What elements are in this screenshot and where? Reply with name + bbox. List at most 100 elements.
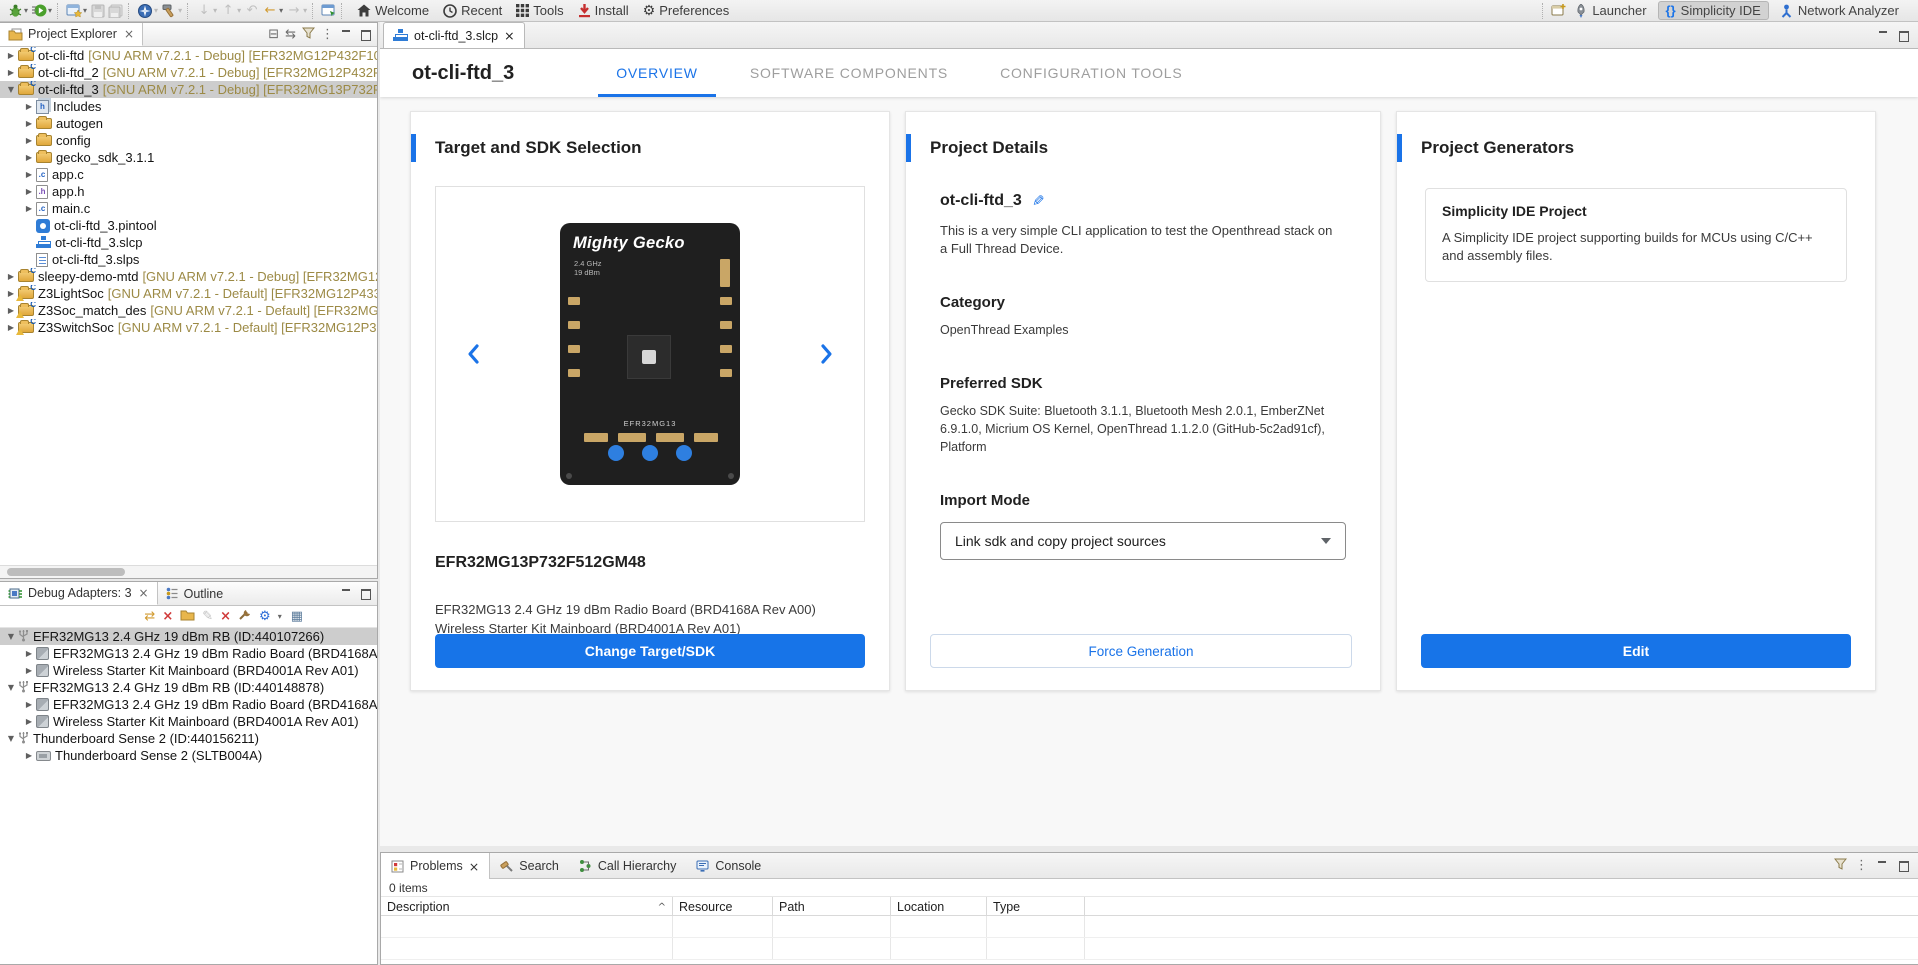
adapter-item-efr32mg13-rb-1[interactable]: ▼ EFR32MG13 2.4 GHz 19 dBm RB (ID:440107… <box>0 628 377 645</box>
connect-icon[interactable]: ⇄ <box>144 609 155 625</box>
expand-arrow-icon[interactable]: ▶ <box>4 272 18 281</box>
perspective-simplicity-ide[interactable]: {} Simplicity IDE <box>1658 1 1769 20</box>
change-target-sdk-button[interactable]: Change Target/SDK <box>435 634 865 668</box>
expand-arrow-icon[interactable]: ▶ <box>22 204 36 213</box>
adapter-tools-icon[interactable] <box>238 608 252 625</box>
external-tools-icon[interactable] <box>320 2 338 20</box>
filter-icon[interactable] <box>302 27 315 42</box>
expand-arrow-icon[interactable]: ▶ <box>22 717 36 726</box>
collapse-arrow-icon[interactable]: ▼ <box>4 85 18 94</box>
adapter-item-mainboard[interactable]: ▶ Wireless Starter Kit Mainboard (BRD400… <box>0 713 377 730</box>
new-wizard-icon[interactable] <box>65 2 83 20</box>
perspective-launcher[interactable]: Launcher <box>1568 2 1653 19</box>
disconnect-icon[interactable]: × <box>162 609 173 625</box>
delete-icon[interactable]: × <box>220 609 231 625</box>
adapter-item-efr32mg13-rb-2[interactable]: ▼ EFR32MG13 2.4 GHz 19 dBm RB (ID:440148… <box>0 679 377 696</box>
explorer-item-slcp[interactable]: ot-cli-ftd_3.slcp <box>0 234 377 251</box>
explorer-item-config[interactable]: ▶ config <box>0 132 377 149</box>
run-dropdown-caret[interactable]: ▾ <box>48 2 52 20</box>
close-icon[interactable]: × <box>469 859 479 874</box>
maximize-icon[interactable] <box>359 588 372 599</box>
expand-arrow-icon[interactable]: ▶ <box>22 187 36 196</box>
undo-icon[interactable]: ↶ <box>243 2 261 20</box>
column-header-location[interactable]: Location <box>891 897 987 915</box>
maximize-icon[interactable] <box>359 29 372 40</box>
adapter-settings-icon[interactable]: ⚙ <box>259 609 271 625</box>
adapter-item-mainboard[interactable]: ▶ Wireless Starter Kit Mainboard (BRD400… <box>0 662 377 679</box>
column-header-description[interactable]: Description ^ <box>381 897 673 915</box>
column-header-resource[interactable]: Resource <box>673 897 773 915</box>
carousel-prev-button[interactable] <box>466 343 480 365</box>
save-all-icon[interactable] <box>107 2 125 20</box>
minimize-icon[interactable] <box>340 29 353 40</box>
expand-arrow-icon[interactable]: ▶ <box>22 649 36 658</box>
expand-arrow-icon[interactable]: ▶ <box>22 751 36 760</box>
tab-outline[interactable]: Outline <box>158 582 232 605</box>
explorer-item-includes[interactable]: ▶ h Includes <box>0 98 377 115</box>
rename-icon[interactable]: ✎ <box>202 609 213 625</box>
expand-arrow-icon[interactable]: ▶ <box>22 666 36 675</box>
open-perspective-icon[interactable] <box>1550 2 1568 20</box>
column-header-path[interactable]: Path <box>773 897 891 915</box>
install-button[interactable]: Install <box>578 3 629 18</box>
adapter-item-thunderboard[interactable]: ▼ Thunderboard Sense 2 (ID:440156211) <box>0 730 377 747</box>
explorer-item-ot-cli-ftd_2[interactable]: ▶ C ot-cli-ftd_2 [GNU ARM v7.2.1 - Debug… <box>0 64 377 81</box>
maximize-icon[interactable] <box>1897 30 1910 41</box>
tab-debug-adapters[interactable]: Debug Adapters: 3 × <box>0 582 158 605</box>
view-menu-icon[interactable]: ⋮ <box>1855 859 1868 873</box>
expand-arrow-icon[interactable]: ▶ <box>22 102 36 111</box>
link-with-editor-icon[interactable]: ⇆ <box>285 28 296 42</box>
tab-console[interactable]: Console <box>686 853 771 878</box>
perspective-network-analyzer[interactable]: Network Analyzer <box>1773 2 1906 19</box>
explorer-item-autogen[interactable]: ▶ autogen <box>0 115 377 132</box>
save-icon[interactable] <box>89 2 107 20</box>
collapse-all-icon[interactable]: ⊟ <box>268 28 279 42</box>
tab-problems[interactable]: Problems × <box>381 853 490 879</box>
compass-dropdown-caret[interactable]: ▾ <box>154 2 158 20</box>
expand-arrow-icon[interactable]: ▶ <box>4 68 18 77</box>
explorer-item-ot-cli-ftd_3[interactable]: ▼ C ot-cli-ftd_3 [GNU ARM v7.2.1 - Debug… <box>0 81 377 98</box>
adapter-item-radio-board[interactable]: ▶ EFR32MG13 2.4 GHz 19 dBm Radio Board (… <box>0 696 377 713</box>
close-icon[interactable]: × <box>139 586 149 600</box>
adapter-item-thunderboard-sltb[interactable]: ▶ Thunderboard Sense 2 (SLTB004A) <box>0 747 377 764</box>
explorer-item-z3lightsoc[interactable]: ▶ C Z3LightSoc [GNU ARM v7.2.1 - Default… <box>0 285 377 302</box>
columns-icon[interactable]: ▦ <box>291 609 303 625</box>
expand-arrow-icon[interactable]: ▶ <box>22 170 36 179</box>
collapse-arrow-icon[interactable]: ▼ <box>4 632 18 641</box>
minimize-icon[interactable] <box>1876 860 1889 871</box>
editor-tab-slcp[interactable]: ot-cli-ftd_3.slcp × <box>383 22 525 48</box>
expand-arrow-icon[interactable]: ▶ <box>22 136 36 145</box>
force-generation-button[interactable]: Force Generation <box>930 634 1352 668</box>
new-wizard-dropdown-caret[interactable]: ▾ <box>83 2 87 20</box>
tab-configuration-tools[interactable]: CONFIGURATION TOOLS <box>982 49 1200 97</box>
generator-item[interactable]: Simplicity IDE Project A Simplicity IDE … <box>1425 188 1847 282</box>
explorer-item-slps[interactable]: ot-cli-ftd_3.slps <box>0 251 377 268</box>
build-dropdown-caret[interactable]: ▾ <box>178 2 182 20</box>
back-caret[interactable]: ▾ <box>279 2 283 20</box>
recent-button[interactable]: Recent <box>443 3 502 18</box>
import-mode-select[interactable]: Link sdk and copy project sources <box>940 522 1346 560</box>
back-icon[interactable]: ← <box>261 2 279 20</box>
expand-arrow-icon[interactable]: ▶ <box>4 51 18 60</box>
tab-search[interactable]: Search <box>490 853 569 878</box>
expand-arrow-icon[interactable]: ▶ <box>22 119 36 128</box>
edit-button[interactable]: Edit <box>1421 634 1851 668</box>
tools-button[interactable]: Tools <box>516 3 563 18</box>
debug-icon[interactable] <box>6 2 24 20</box>
view-menu-icon[interactable]: ⋮ <box>321 28 334 42</box>
tab-project-explorer[interactable]: Project Explorer × <box>0 23 143 46</box>
explorer-item-sleepy-demo-mtd[interactable]: ▶ C sleepy-demo-mtd [GNU ARM v7.2.1 - De… <box>0 268 377 285</box>
filter-icon[interactable] <box>1834 858 1847 873</box>
explorer-item-gecko-sdk[interactable]: ▶ gecko_sdk_3.1.1 <box>0 149 377 166</box>
minimize-icon[interactable] <box>1877 30 1890 41</box>
collapse-arrow-icon[interactable]: ▼ <box>4 734 18 743</box>
forward-caret[interactable]: ▾ <box>303 2 307 20</box>
run-icon[interactable] <box>30 2 48 20</box>
explorer-item-z3soc-match-des[interactable]: ▶ C Z3Soc_match_des [GNU ARM v7.2.1 - De… <box>0 302 377 319</box>
close-icon[interactable]: × <box>124 27 134 41</box>
explorer-item-app-c[interactable]: ▶ .c app.c <box>0 166 377 183</box>
explorer-item-pintool[interactable]: ot-cli-ftd_3.pintool <box>0 217 377 234</box>
adapter-settings-caret[interactable]: ▾ <box>278 608 282 626</box>
navigate-up-caret[interactable]: ▾ <box>237 2 241 20</box>
last-edit-icon[interactable]: ↓ <box>195 2 213 20</box>
